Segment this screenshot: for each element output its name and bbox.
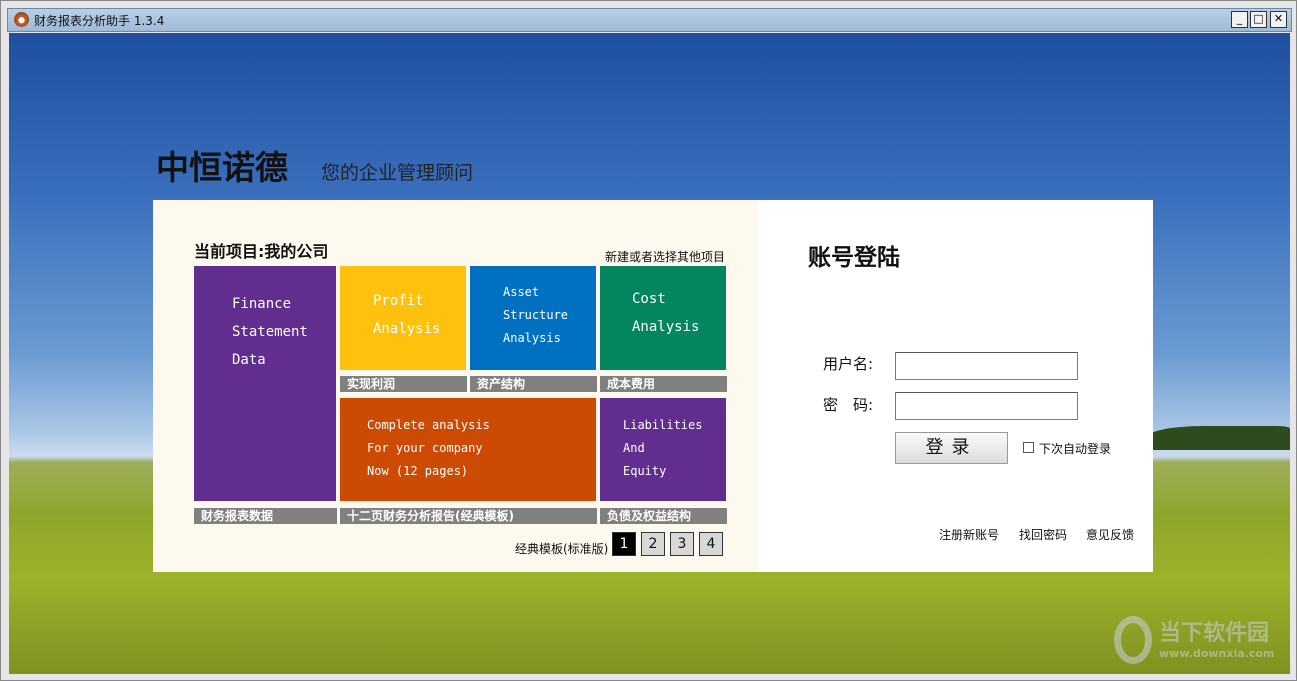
tile-label: 资产结构	[470, 376, 597, 392]
username-input[interactable]	[895, 352, 1078, 380]
tile-text: Statement	[232, 324, 308, 340]
tile-text: Structure	[503, 308, 569, 322]
tile-text: For your company	[367, 441, 483, 455]
current-project: 当前项目:我的公司	[194, 242, 329, 261]
tile-profit[interactable]: Profit Analysis	[340, 266, 466, 370]
tile-cost[interactable]: Cost Analysis	[600, 266, 726, 370]
tile-text: Complete analysis	[367, 418, 490, 432]
tile-text: And	[623, 441, 645, 455]
tile-text: Equity	[623, 464, 667, 478]
login-title: 账号登陆	[808, 244, 900, 271]
page-button-4[interactable]: 4	[699, 532, 723, 556]
page-button-3[interactable]: 3	[670, 532, 694, 556]
tile-finance-statement[interactable]: Finance Statement Data	[194, 266, 336, 501]
register-link[interactable]: 注册新账号	[939, 526, 999, 543]
project-panel: 当前项目:我的公司 新建或者选择其他项目 Finance Statement D…	[153, 200, 758, 572]
main-panel: 当前项目:我的公司 新建或者选择其他项目 Finance Statement D…	[153, 200, 1153, 572]
recover-password-link[interactable]: 找回密码	[1019, 526, 1067, 543]
tile-text: Finance	[232, 296, 292, 312]
watermark-logo-icon	[1114, 616, 1152, 664]
title-bar: 财务报表分析助手 1.3.4 _ □ ✕	[7, 8, 1292, 32]
slogan: 您的企业管理顾问	[321, 162, 474, 184]
watermark-name: 当下软件园	[1159, 621, 1270, 646]
username-label: 用户名:	[823, 355, 874, 373]
app-window: 财务报表分析助手 1.3.4 _ □ ✕ 中恒诺德 您的企业管理顾问 当前项目:…	[0, 0, 1297, 681]
auto-login-checkbox[interactable]	[1023, 442, 1034, 453]
tile-label: 负债及权益结构	[600, 508, 727, 524]
app-icon	[14, 12, 29, 27]
watermark: 当下软件园 www.downxia.com	[1159, 615, 1274, 660]
auto-login-label[interactable]: 下次自动登录	[1039, 440, 1111, 457]
tile-label: 成本费用	[600, 376, 727, 392]
tile-text: Profit	[373, 293, 424, 309]
password-input[interactable]	[895, 392, 1078, 420]
tile-text: Cost	[632, 291, 666, 307]
tile-label: 实现利润	[340, 376, 467, 392]
main-content: 中恒诺德 您的企业管理顾问 当前项目:我的公司 新建或者选择其他项目 Finan…	[9, 33, 1290, 674]
tile-text: Liabilities	[623, 418, 703, 432]
tile-asset-structure[interactable]: Asset Structure Analysis	[470, 266, 596, 370]
tile-text: Now (12 pages)	[367, 464, 469, 478]
tile-label: 财务报表数据	[194, 508, 337, 524]
brand-name: 中恒诺德	[156, 148, 288, 187]
password-label: 密 码:	[823, 396, 874, 414]
background-trees	[1150, 426, 1290, 450]
window-title: 财务报表分析助手 1.3.4	[34, 14, 165, 28]
minimize-button[interactable]: _	[1231, 11, 1248, 28]
tile-text: Asset	[503, 285, 540, 299]
tile-text: Analysis	[632, 319, 700, 335]
tile-text: Analysis	[503, 331, 561, 345]
page-button-1[interactable]: 1	[612, 532, 636, 556]
feedback-link[interactable]: 意见反馈	[1086, 526, 1134, 543]
template-label: 经典模板(标准版)	[515, 542, 609, 556]
tile-text: Data	[232, 352, 266, 368]
tile-liabilities-equity[interactable]: Liabilities And Equity	[600, 398, 726, 501]
select-other-project-link[interactable]: 新建或者选择其他项目	[605, 248, 725, 265]
login-button[interactable]: 登录	[895, 432, 1008, 464]
tile-complete-analysis[interactable]: Complete analysis For your company Now (…	[340, 398, 596, 501]
maximize-button[interactable]: □	[1250, 11, 1267, 28]
tile-text: Analysis	[373, 321, 441, 337]
watermark-url: www.downxia.com	[1159, 647, 1275, 660]
close-button[interactable]: ✕	[1270, 11, 1287, 28]
page-button-2[interactable]: 2	[641, 532, 665, 556]
tile-label: 十二页财务分析报告(经典模板)	[340, 508, 597, 524]
